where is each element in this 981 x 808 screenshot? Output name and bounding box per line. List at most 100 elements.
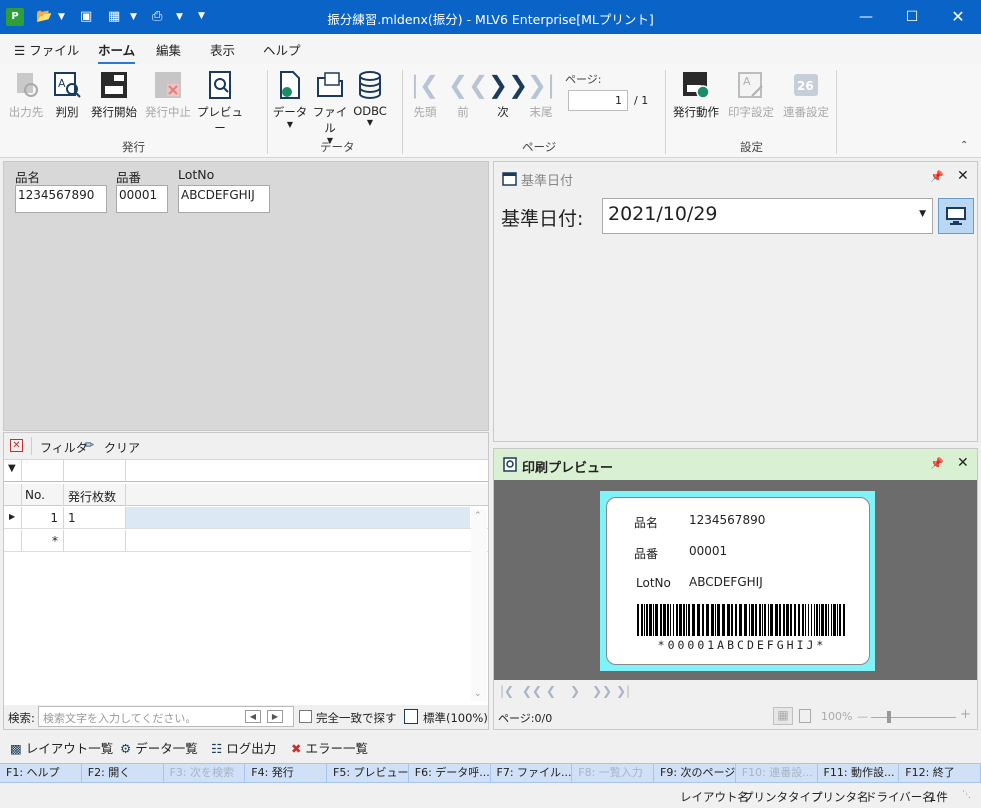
- zoom-out-icon[interactable]: —: [857, 710, 868, 723]
- search-prev-icon[interactable]: ◀: [245, 710, 261, 723]
- chevron-left-icon[interactable]: ❮: [546, 684, 556, 698]
- preview-canvas[interactable]: 品名 1234567890 品番 00001 LotNo ABCDEFGHIJ …: [494, 480, 977, 680]
- column-header-count[interactable]: 発行枚数: [68, 488, 116, 505]
- double-chevron-left-icon[interactable]: ❮❮: [522, 684, 542, 698]
- delete-row-icon[interactable]: ✕: [10, 439, 23, 452]
- last-page-icon: ❯|: [526, 71, 556, 99]
- tab-file[interactable]: ☰ ファイル: [14, 40, 79, 59]
- barcode-bar: [660, 604, 662, 636]
- cell-no[interactable]: *: [22, 534, 58, 548]
- first-page-button[interactable]: |❮ 先頭: [408, 70, 442, 120]
- print-settings-button[interactable]: A 印字設定: [726, 70, 776, 120]
- cell-no[interactable]: 1: [22, 511, 58, 525]
- start-issue-button[interactable]: 発行開始: [88, 70, 140, 120]
- folder-icon: [317, 72, 343, 97]
- function-key-8[interactable]: F8: 一覧入力: [572, 764, 654, 782]
- function-key-4[interactable]: F4: 発行: [245, 764, 327, 782]
- field-input-lotno[interactable]: ABCDEFGHIJ: [178, 185, 270, 213]
- function-key-7[interactable]: F7: ファイル...: [491, 764, 573, 782]
- tab-home[interactable]: ホーム: [98, 40, 136, 64]
- standard-zoom-button[interactable]: 標準(100%): [423, 710, 488, 726]
- serial-settings-button[interactable]: 26 連番設定: [780, 70, 832, 120]
- label-key-hinban: 品番: [634, 547, 659, 561]
- barcode-bar: [646, 604, 648, 636]
- function-key-1[interactable]: F1: ヘルプ: [0, 764, 82, 782]
- issue-action-button[interactable]: 発行動作: [672, 70, 720, 120]
- monitor-button[interactable]: [938, 198, 974, 234]
- page-view-icon[interactable]: [799, 709, 811, 723]
- chevron-down-icon: ▼: [919, 209, 926, 219]
- judge-button[interactable]: A 判別: [50, 70, 84, 120]
- first-page-icon[interactable]: |❮: [500, 684, 514, 698]
- resize-grip-icon[interactable]: ⋱: [962, 790, 971, 800]
- zoom-in-icon[interactable]: +: [960, 707, 971, 722]
- function-key-3[interactable]: F3: 次を検索: [164, 764, 246, 782]
- tab-file-label: ファイル: [29, 43, 80, 58]
- base-date-select[interactable]: 2021/10/29 ▼: [602, 198, 933, 234]
- row-indicator-icon: ▶: [9, 512, 16, 521]
- close-panel-icon[interactable]: ✕: [957, 168, 969, 184]
- field-input-hinmei[interactable]: 1234567890: [15, 185, 107, 213]
- collapse-ribbon-icon[interactable]: ⌃: [960, 140, 968, 151]
- maximize-button[interactable]: ☐: [889, 0, 935, 34]
- tab-help[interactable]: ヘルプ: [263, 40, 301, 59]
- prev-page-button[interactable]: ❮❮ 前: [448, 70, 488, 120]
- tab-layout-list[interactable]: ▩ レイアウト一覧: [10, 738, 113, 757]
- page-number-input[interactable]: 1: [568, 90, 628, 111]
- close-button[interactable]: ✕: [935, 0, 981, 34]
- function-key-9[interactable]: F9: 次のページ: [654, 764, 736, 782]
- minimize-button[interactable]: —: [843, 0, 889, 34]
- exact-match-checkbox[interactable]: [299, 710, 312, 723]
- pin-icon[interactable]: 📌: [930, 170, 944, 183]
- grid-line: [21, 507, 22, 529]
- function-key-2[interactable]: F2: 開く: [82, 764, 164, 782]
- function-key-12[interactable]: F12: 終了: [899, 764, 981, 782]
- status-count: 1件: [929, 790, 948, 804]
- function-key-11[interactable]: F11: 動作設...: [818, 764, 900, 782]
- search-next-icon[interactable]: ▶: [267, 710, 283, 723]
- output-target-button[interactable]: 出力先: [6, 70, 46, 120]
- chart-icon: ▩: [10, 741, 22, 756]
- log-icon: ☷: [211, 741, 223, 756]
- tab-log-output[interactable]: ☷ ログ出力: [211, 738, 276, 757]
- double-chevron-right-icon[interactable]: ❯❯: [592, 684, 612, 698]
- stop-issue-button[interactable]: 発行中止: [144, 70, 192, 120]
- tab-error-list[interactable]: ✖ エラー一覧: [291, 738, 368, 757]
- grid-view-icon[interactable]: ▦: [773, 707, 793, 725]
- vertical-scrollbar[interactable]: ⌃ ⌄: [471, 509, 487, 701]
- grid-line: [63, 460, 64, 482]
- barcode-bar: [637, 604, 639, 636]
- pin-icon[interactable]: 📌: [930, 457, 944, 470]
- group-label-hakko: 発行: [122, 140, 145, 154]
- file-button[interactable]: ファイル ▼: [311, 70, 349, 145]
- next-page-button[interactable]: ❯❯ 次: [488, 70, 528, 120]
- chevron-up-icon[interactable]: ⌃: [474, 511, 482, 521]
- last-page-icon[interactable]: ❯|: [616, 684, 630, 698]
- function-key-10[interactable]: F10: 連番設...: [736, 764, 818, 782]
- clear-button[interactable]: クリア: [104, 439, 140, 456]
- filter-button[interactable]: フィルタ: [40, 439, 88, 456]
- tab-view[interactable]: 表示: [210, 40, 235, 59]
- column-header-no[interactable]: No.: [25, 488, 45, 502]
- zoom-slider-track[interactable]: [871, 717, 956, 718]
- barcode-bar: [670, 604, 671, 636]
- field-input-hinban[interactable]: 00001: [116, 185, 168, 213]
- chevron-down-icon[interactable]: ⌄: [474, 689, 482, 699]
- preview-button[interactable]: プレビュー: [197, 70, 243, 136]
- last-page-button[interactable]: ❯| 末尾: [526, 70, 556, 120]
- chevron-right-icon[interactable]: ❯: [570, 684, 580, 698]
- odbc-button[interactable]: ODBC ▼: [352, 70, 388, 127]
- search-input[interactable]: 検索文字を入力してください。 ◀ ▶: [38, 706, 294, 727]
- function-key-5[interactable]: F5: プレビュー: [327, 764, 409, 782]
- data-button[interactable]: データ ▼: [272, 70, 308, 129]
- function-key-6[interactable]: F6: データ呼...: [409, 764, 491, 782]
- close-panel-icon[interactable]: ✕: [957, 455, 969, 471]
- filter-row[interactable]: ▼: [4, 460, 488, 482]
- table-row[interactable]: ▶ 1 1: [4, 507, 488, 529]
- tab-edit[interactable]: 編集: [156, 40, 181, 59]
- zoom-slider-thumb[interactable]: [887, 711, 891, 723]
- tab-data-list[interactable]: ⚙ データ一覧: [120, 738, 198, 757]
- barcode-bar: [798, 604, 800, 636]
- table-row[interactable]: *: [4, 530, 488, 552]
- cell-count[interactable]: 1: [68, 511, 76, 525]
